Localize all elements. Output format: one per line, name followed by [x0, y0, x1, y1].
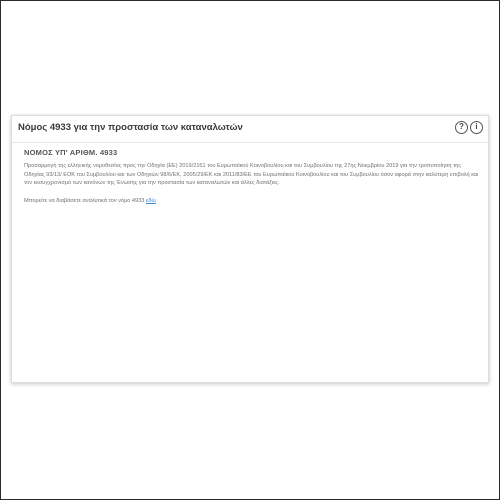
law-heading: ΝΟΜΟΣ ΥΠ' ΑΡΙΘΜ. 4933 [24, 148, 118, 157]
law-description: Προσαρμογή της ελληνικής νομοθεσίας προς… [24, 163, 479, 187]
question-circle-icon[interactable]: ? [455, 121, 468, 134]
header-icons: ? i [455, 121, 483, 134]
read-more-line: Μπορείτε να διαβάσετε αναλυτικά τον νόμο… [24, 198, 480, 204]
read-more-text: Μπορείτε να διαβάσετε αναλυτικά τον νόμο… [24, 197, 145, 204]
read-more-link[interactable]: εδώ [146, 198, 156, 204]
page-frame: Νόμος 4933 για την προστασία των καταναλ… [0, 0, 500, 500]
law-info-panel: Νόμος 4933 για την προστασία των καταναλ… [11, 115, 489, 383]
panel-header: Νόμος 4933 για την προστασία των καταναλ… [12, 116, 488, 143]
panel-title: Νόμος 4933 για την προστασία των καταναλ… [18, 122, 243, 133]
panel-body: ΝΟΜΟΣ ΥΠ' ΑΡΙΘΜ. 4933 Προσαρμογή της ελλ… [24, 148, 480, 204]
info-circle-icon[interactable]: i [470, 121, 483, 134]
